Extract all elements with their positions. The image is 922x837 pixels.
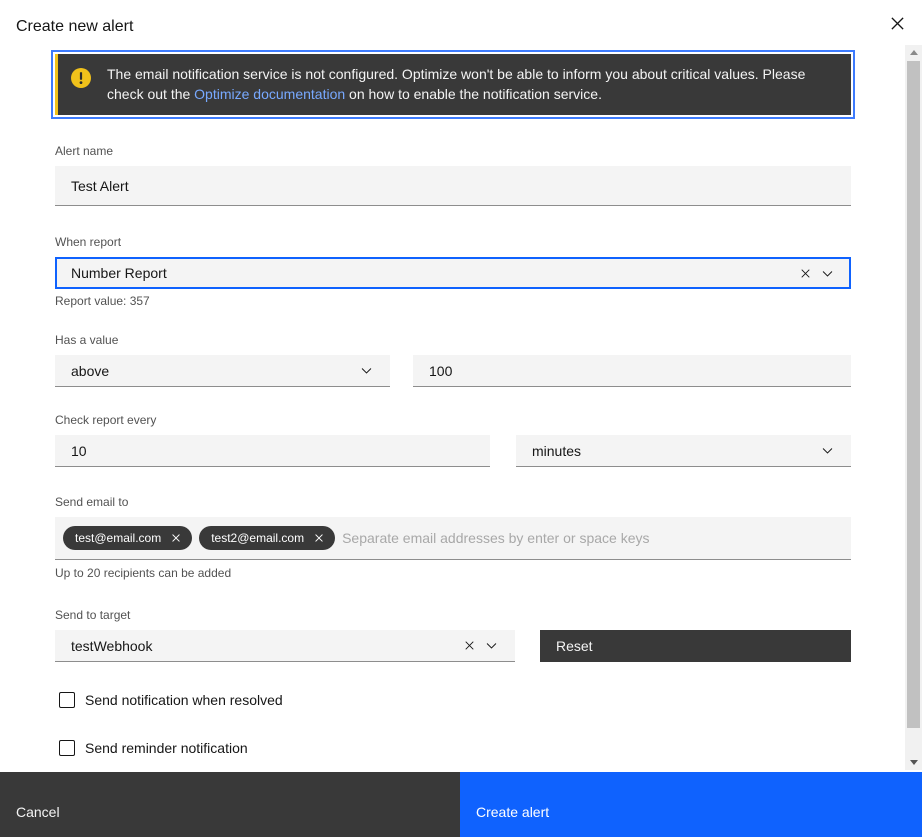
send-target-label: Send to target [55, 608, 851, 622]
chevron-down-icon [816, 444, 839, 457]
create-alert-button[interactable]: Create alert [460, 772, 922, 837]
email-tag-label: test2@email.com [211, 531, 304, 545]
resolved-checkbox-label[interactable]: Send notification when resolved [85, 691, 283, 709]
chevron-down-icon[interactable] [816, 267, 839, 280]
when-report-label: When report [55, 235, 851, 249]
when-report-combobox[interactable]: Number Report [55, 257, 851, 289]
email-tag: test2@email.com [199, 526, 335, 550]
operator-value: above [71, 363, 355, 379]
clear-selection-icon[interactable] [795, 268, 816, 279]
remove-tag-icon[interactable] [167, 529, 185, 547]
email-input[interactable] [342, 523, 843, 553]
reset-button[interactable]: Reset [540, 630, 851, 662]
documentation-link[interactable]: Optimize documentation [194, 86, 345, 102]
alert-name-label: Alert name [55, 144, 851, 158]
create-alert-dialog: Create new alert The email notification … [0, 0, 922, 837]
chevron-down-icon[interactable] [480, 639, 503, 652]
scroll-down-icon[interactable] [905, 755, 922, 770]
scroll-up-icon[interactable] [905, 45, 922, 60]
reminder-checkbox-label[interactable]: Send reminder notification [85, 739, 248, 757]
threshold-input[interactable] [413, 355, 851, 387]
email-tag-label: test@email.com [75, 531, 161, 545]
clear-selection-icon[interactable] [459, 640, 480, 651]
reminder-checkbox-row: Send reminder notification [59, 739, 851, 757]
notification-text-after: on how to enable the notification servic… [345, 86, 602, 102]
send-email-label: Send email to [55, 495, 851, 509]
target-value: testWebhook [71, 638, 459, 654]
report-value-helper: Report value: 357 [55, 294, 851, 308]
resolved-checkbox[interactable] [59, 692, 75, 708]
email-multiselect[interactable]: test@email.com test2@email.com [55, 517, 851, 560]
check-every-label: Check report every [55, 413, 851, 427]
when-report-value: Number Report [71, 265, 795, 281]
scrollbar-thumb[interactable] [907, 61, 920, 728]
page-title: Create new alert [16, 17, 906, 37]
dialog-header: Create new alert [0, 0, 922, 37]
recipients-helper: Up to 20 recipients can be added [55, 566, 851, 580]
remove-tag-icon[interactable] [310, 529, 328, 547]
interval-unit-select[interactable]: minutes [516, 435, 851, 467]
warning-notification: The email notification service is not co… [55, 54, 851, 115]
reminder-checkbox[interactable] [59, 740, 75, 756]
cancel-button[interactable]: Cancel [0, 772, 460, 837]
has-value-label: Has a value [55, 333, 851, 347]
resolved-checkbox-row: Send notification when resolved [59, 691, 851, 709]
dialog-footer: Cancel Create alert [0, 772, 922, 837]
email-tag: test@email.com [63, 526, 192, 550]
operator-select[interactable]: above [55, 355, 390, 387]
chevron-down-icon [355, 364, 378, 377]
warning-icon [71, 68, 91, 104]
notification-message: The email notification service is not co… [107, 65, 835, 104]
dialog-content: The email notification service is not co… [0, 37, 905, 757]
interval-unit-value: minutes [532, 443, 816, 459]
vertical-scrollbar[interactable] [905, 45, 922, 770]
alert-name-input[interactable] [55, 166, 851, 206]
interval-input[interactable] [55, 435, 490, 467]
close-icon [890, 16, 905, 34]
target-combobox[interactable]: testWebhook [55, 630, 515, 662]
close-button[interactable] [886, 14, 908, 36]
